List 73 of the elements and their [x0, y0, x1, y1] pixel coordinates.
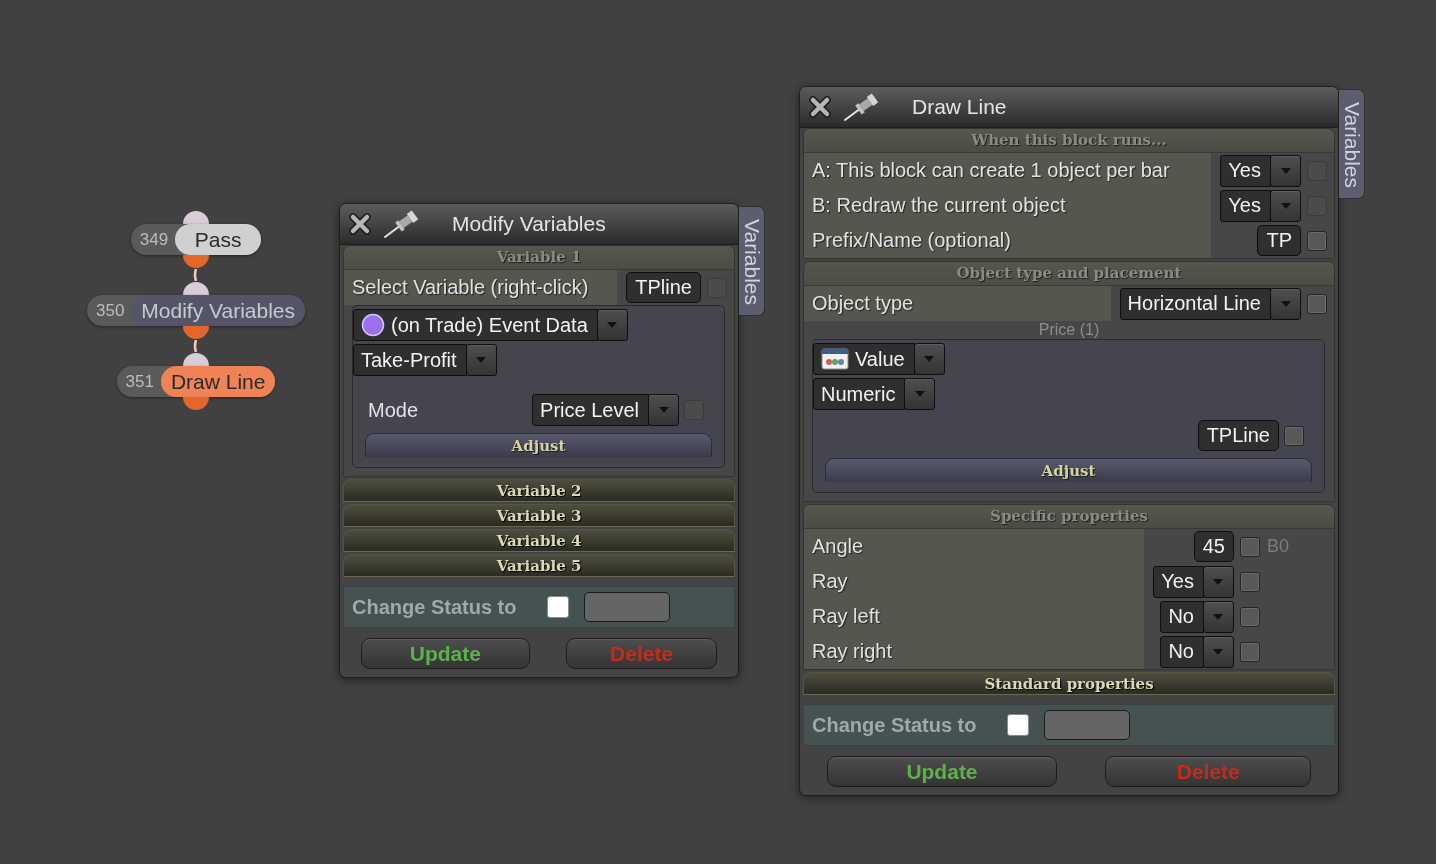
window-title: Modify Variables — [452, 212, 606, 236]
flow-node[interactable]: 351 Draw Line — [116, 366, 276, 397]
checkbox[interactable] — [1239, 536, 1260, 557]
text-field[interactable]: 45 — [1193, 531, 1234, 562]
window-icon — [821, 348, 849, 370]
flow-node[interactable]: 349 Pass — [130, 224, 262, 255]
section-caption: Price (1) — [1037, 321, 1101, 339]
text-field[interactable]: TPLine — [1197, 420, 1279, 451]
caret-down-icon — [914, 391, 925, 397]
output-port-icon — [183, 326, 209, 340]
checkbox[interactable] — [1284, 425, 1304, 446]
caret-down-icon — [924, 356, 935, 362]
status-label: Change Status to — [812, 713, 977, 737]
input-port-icon — [183, 281, 209, 295]
section-header[interactable]: Variable 5 — [343, 554, 735, 577]
adjust-button[interactable]: Adjust — [825, 458, 1312, 482]
node-number: 349 — [138, 229, 170, 250]
section-header[interactable]: Standard properties — [803, 672, 1335, 695]
section-header[interactable]: Variable 2 — [343, 479, 735, 502]
node-number: 351 — [124, 371, 155, 392]
update-button[interactable]: Update — [360, 638, 531, 669]
checkbox[interactable] — [1239, 571, 1260, 592]
caret-down-icon — [658, 407, 669, 413]
caret-down-icon — [1213, 648, 1224, 655]
field-label: Prefix/Name (optional) — [804, 223, 1212, 258]
field-label: Ray right — [804, 634, 1145, 669]
checkbox[interactable] — [1307, 293, 1327, 314]
dot-icon — [361, 313, 385, 337]
section-header[interactable]: Variable 4 — [343, 529, 735, 552]
close-icon[interactable] — [348, 212, 372, 236]
output-port-icon — [183, 255, 209, 269]
side-tab[interactable]: Variables — [739, 206, 765, 316]
output-port-icon — [183, 397, 209, 411]
field-label: B: Redraw the current object — [804, 188, 1212, 223]
field-label: Angle — [804, 529, 1145, 564]
node-label: Draw Line — [160, 366, 276, 397]
side-tab[interactable]: Variables — [1339, 89, 1365, 199]
input-port-icon — [183, 352, 209, 366]
checkbox[interactable] — [547, 596, 570, 618]
field-label: Select Variable (right-click) — [344, 270, 618, 305]
field-label: Mode — [368, 398, 419, 422]
update-button[interactable]: Update — [826, 756, 1057, 787]
field-label: Ray — [804, 564, 1145, 599]
node-label: Modify Variables — [131, 295, 306, 326]
window-title: Draw Line — [912, 95, 1007, 119]
caret-down-icon — [1213, 613, 1224, 620]
checkbox[interactable] — [1239, 606, 1260, 627]
caret-down-icon — [607, 322, 618, 328]
field-label: Ray left — [804, 599, 1145, 634]
caret-down-icon — [1280, 300, 1291, 307]
checkbox[interactable] — [1307, 230, 1327, 251]
checkbox[interactable] — [1239, 641, 1260, 662]
status-field[interactable] — [584, 592, 671, 622]
caret-down-icon — [1213, 578, 1224, 585]
connector-line — [193, 269, 199, 281]
field-label: Object type — [804, 286, 1111, 321]
text-field[interactable]: TP — [1257, 225, 1301, 256]
status-field[interactable] — [1044, 710, 1131, 740]
flow-node[interactable]: 350 Modify Variables — [86, 295, 306, 326]
node-label: Pass — [175, 224, 262, 255]
caret-down-icon — [1280, 167, 1291, 174]
node-number: 350 — [94, 300, 126, 321]
adjust-button[interactable]: Adjust — [365, 433, 712, 457]
close-icon[interactable] — [808, 95, 832, 119]
section-header[interactable]: Variable 3 — [343, 504, 735, 527]
checkbox[interactable] — [1007, 714, 1030, 736]
text-field[interactable]: TPline — [626, 272, 701, 303]
caret-down-icon — [1280, 202, 1291, 209]
input-port-icon — [183, 210, 209, 224]
caret-down-icon — [476, 357, 487, 363]
status-label: Change Status to — [352, 595, 517, 619]
connector-line — [193, 340, 199, 352]
field-label: A: This block can create 1 object per bar — [804, 153, 1212, 188]
